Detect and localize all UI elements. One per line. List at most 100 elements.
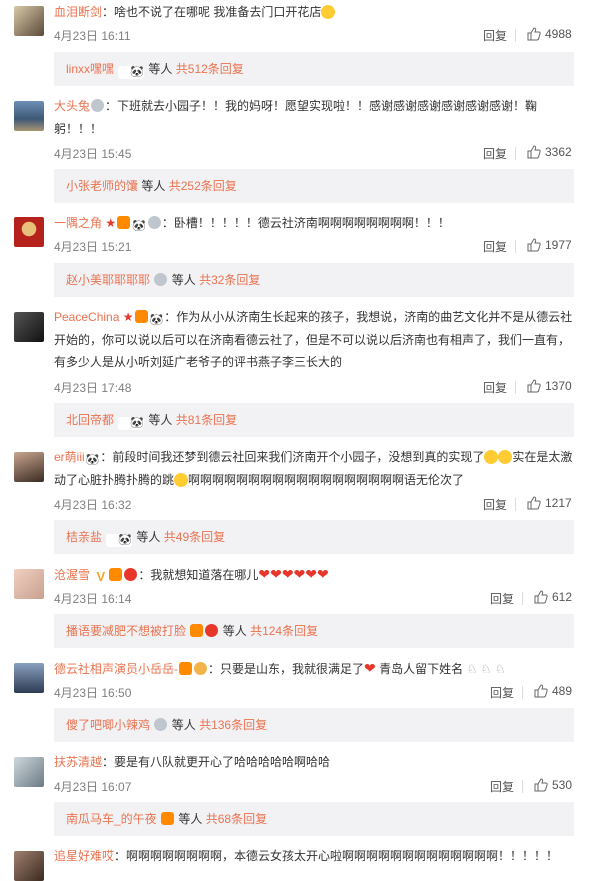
sub-replies-bar[interactable]: 赵小美耶耶耶耶 等人 共32条回复 [54,263,574,297]
sub-reply-names[interactable]: 赵小美耶耶耶耶 [66,273,150,287]
divider [522,780,523,793]
star-medal-icon [124,568,138,581]
like-button[interactable]: 4988 [527,27,572,41]
sub-reply-suffix: 等人 [148,413,173,427]
like-button[interactable]: 489 [534,684,572,698]
sub-reply-names[interactable]: 播语要减肥不想被打脸 [66,624,186,638]
comment-text: ：要是有八队就更开心了哈哈哈哈哈啊哈哈 [102,755,331,769]
thumbs-up-icon [527,496,541,510]
tearful-emoji-icon [484,450,499,464]
reply-count-link[interactable]: 共49条回复 [164,530,225,544]
timestamp: 4月23日 16:07 [54,780,132,794]
reply-button[interactable]: 回复 [483,379,507,396]
username[interactable]: 扶苏清越 [54,755,102,769]
sub-reply-names[interactable]: 北回帝都 [66,413,114,427]
panda-badge-icon: 🐼 [85,454,100,467]
reply-count-link[interactable]: 共136条回复 [199,718,267,732]
comment-text: ：下班就去小园子！！我的妈呀！愿望实现啦！！感谢感谢感谢感谢感谢感谢！鞠躬！！！ [54,99,538,136]
verified-v-icon: V [96,569,106,584]
sub-replies-bar[interactable]: 小张老师的馕 等人 共252条回复 [54,169,574,203]
like-button[interactable]: 1977 [527,238,572,252]
star-badge-icon: ★ [105,216,117,230]
reply-button[interactable]: 回复 [490,778,514,795]
comment-text-3: 啊啊啊啊啊啊啊啊啊啊啊啊啊啊啊啊啊啊语无伦次了 [188,472,465,487]
timestamp: 4月23日 15:21 [54,240,132,254]
timestamp: 4月23日 16:11 [54,29,131,43]
vip-badge-icon [109,568,123,581]
sub-reply-suffix: 等人 [171,718,196,732]
panda-badge-icon: 🐼 [118,66,145,79]
sub-replies-bar[interactable]: linxx嘿嘿 🐼 等人 共512条回复 [54,52,574,86]
username[interactable]: 一隅之角 [54,216,102,230]
username[interactable]: 血泪断剑 [54,5,102,19]
like-button[interactable]: 530 [534,778,572,792]
comment-text-2: 青岛人留下姓名 [375,662,464,676]
username[interactable]: 沧渥雪 [54,568,90,582]
avatar[interactable] [14,757,44,787]
silver-medal-icon [154,718,168,731]
avatar[interactable] [14,663,44,693]
reply-count-link[interactable]: 共512条回复 [176,62,244,76]
like-count: 612 [552,590,573,604]
tearful-emoji-icon [498,450,513,464]
sub-reply-names[interactable]: 桔亲盐 [66,530,102,544]
sub-reply-suffix: 等人 [178,812,203,826]
sub-reply-names[interactable]: 南瓜马车_的午夜 [66,812,157,826]
username[interactable]: 大头兔 [54,99,90,113]
avatar[interactable] [14,6,44,36]
reply-button[interactable]: 回复 [490,684,514,701]
avatar[interactable] [14,452,44,482]
like-button[interactable]: 1370 [527,379,572,393]
like-count: 489 [552,684,573,698]
reply-count-link[interactable]: 共81条回复 [176,413,237,427]
silver-medal-icon [154,273,168,286]
heart-icon: ❤❤❤❤❤❤ [258,566,329,582]
like-button[interactable]: 1217 [527,496,572,510]
timestamp: 4月23日 17:48 [54,381,132,395]
sub-replies-bar[interactable]: 桔亲盐 🐼 等人 共49条回复 [54,520,574,554]
sub-reply-suffix: 等人 [136,530,161,544]
username[interactable]: er萌iii [54,450,85,464]
sub-reply-names[interactable]: linxx嘿嘿 [66,62,114,76]
avatar[interactable] [14,569,44,599]
sub-replies-bar[interactable]: 傻了吧唧小辣鸡 等人 共136条回复 [54,708,574,742]
timestamp: 4月23日 15:45 [54,147,132,161]
reply-count-link[interactable]: 共32条回复 [199,273,260,287]
sub-replies-bar[interactable]: 播语要减肥不想被打脸 等人 共124条回复 [54,614,574,648]
timestamp: 4月23日 16:50 [54,686,132,700]
vip-badge-icon [161,812,175,825]
like-button[interactable]: 612 [534,590,572,604]
reply-button[interactable]: 回复 [483,145,507,162]
avatar[interactable] [14,851,44,881]
username[interactable]: 追星好难哎 [54,849,114,863]
like-count: 530 [552,778,573,792]
avatar[interactable] [14,101,44,131]
avatar[interactable] [14,217,44,247]
sub-reply-names[interactable]: 小张老师的馕 [66,179,138,193]
thumbs-up-icon [527,238,541,252]
sub-reply-suffix: 等人 [171,273,196,287]
reply-count-link[interactable]: 共252条回复 [169,179,237,193]
username[interactable]: PeaceChina [54,310,119,324]
reply-button[interactable]: 回复 [483,496,507,513]
star-medal-icon [205,624,219,637]
vip-badge-icon [179,662,192,675]
panda-badge-icon: 🐼 [118,417,145,430]
sub-replies-bar[interactable]: 北回帝都 🐼 等人 共81条回复 [54,403,574,437]
reply-button[interactable]: 回复 [483,27,507,44]
sub-replies-bar[interactable]: 南瓜马车_的午夜 等人 共68条回复 [54,802,574,836]
reply-button[interactable]: 回复 [483,238,507,255]
vip-badge-icon [134,310,148,323]
timestamp: 4月23日 16:32 [54,498,132,512]
comment-text: ：前段时间我还梦到德云社回来我们济南开个小园子，没想到真的实现了 [100,450,485,464]
reply-button[interactable]: 回复 [490,590,514,607]
like-count: 1370 [545,379,572,393]
reply-count-link[interactable]: 共68条回复 [206,812,267,826]
username[interactable]: 德云社相声演员小岳岳- [54,662,178,676]
sub-reply-names[interactable]: 傻了吧唧小辣鸡 [66,718,150,732]
heart-icon: ❤ [364,660,376,676]
reply-count-link[interactable]: 共124条回复 [250,624,318,638]
laugh-emoji-icon [174,472,189,487]
like-button[interactable]: 3362 [527,145,572,159]
avatar[interactable] [14,312,44,342]
